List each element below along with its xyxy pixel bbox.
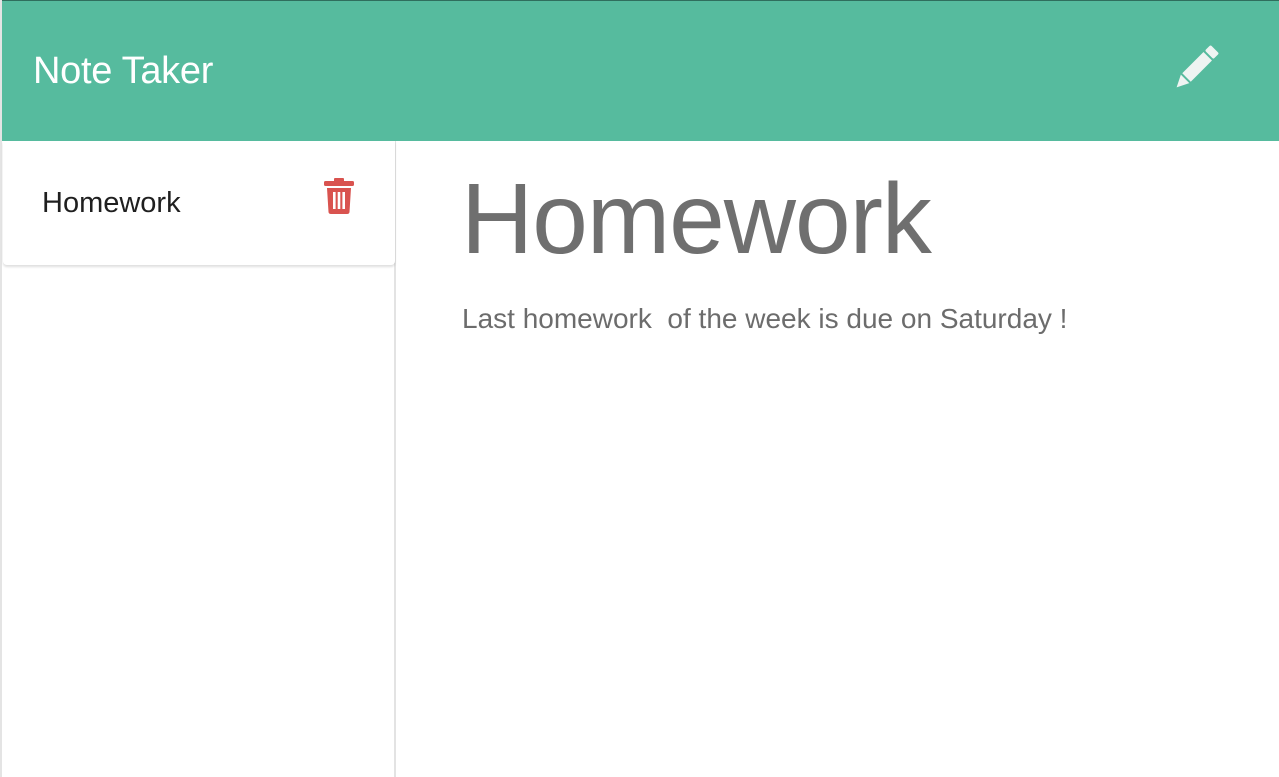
app-title[interactable]: Note Taker <box>33 49 213 93</box>
navbar: Note Taker <box>2 0 1279 141</box>
new-note-button[interactable] <box>1165 41 1225 101</box>
note-list-item-title: Homework <box>42 187 181 219</box>
note-editor: Homework Last homework of the week is du… <box>398 141 1279 777</box>
delete-note-button[interactable] <box>321 177 357 219</box>
note-taker-app: Note Taker Homework Homework Last homewo… <box>0 0 1279 777</box>
notes-sidebar: Homework <box>2 141 396 777</box>
pencil-icon <box>1169 43 1221 100</box>
note-list-item[interactable]: Homework <box>3 141 395 265</box>
note-title[interactable]: Homework <box>461 163 932 275</box>
note-text[interactable]: Last homework of the week is due on Satu… <box>462 301 1067 337</box>
trash-icon <box>323 177 355 219</box>
